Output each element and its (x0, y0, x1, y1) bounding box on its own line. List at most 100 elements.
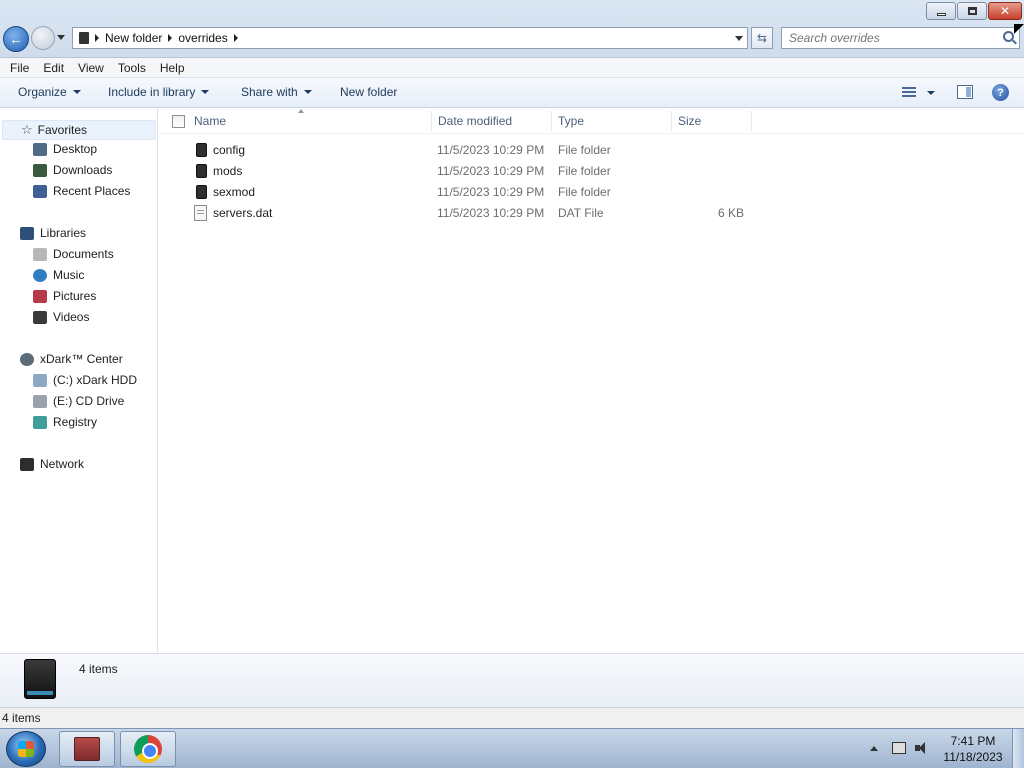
menu-help[interactable]: Help (153, 61, 192, 75)
menu-file[interactable]: File (3, 61, 36, 75)
nav-documents[interactable]: Documents (33, 247, 114, 261)
nav-pictures-label: Pictures (53, 289, 97, 303)
view-options-dropdown-icon[interactable] (927, 91, 935, 95)
nav-favorites[interactable]: ☆ Favorites (2, 120, 156, 140)
nav-network[interactable]: Network (20, 457, 84, 471)
menu-edit[interactable]: Edit (36, 61, 71, 75)
network-icon (20, 457, 34, 471)
recent-places-icon (33, 184, 47, 198)
breadcrumb-separator-icon[interactable] (95, 34, 99, 42)
address-dropdown-icon[interactable] (735, 36, 743, 41)
navigation-pane: ☆ Favorites Desktop Downloads Recent Pla… (0, 108, 158, 653)
system-clock[interactable]: 7:41 PM 11/18/2023 (940, 733, 1006, 765)
close-button[interactable]: ✕ (988, 2, 1022, 20)
folder-icon (196, 164, 207, 178)
recent-pages-dropdown[interactable] (57, 35, 65, 40)
breadcrumb-new-folder[interactable]: New folder (105, 31, 162, 45)
status-bar: 4 items (0, 707, 1024, 728)
file-row-mods[interactable]: mods 11/5/2023 10:29 PM File folder (159, 161, 1024, 182)
menu-bar: File Edit View Tools Help (0, 58, 1024, 78)
menu-tools[interactable]: Tools (111, 61, 153, 75)
nav-registry[interactable]: Registry (33, 415, 97, 429)
search-input[interactable] (782, 28, 992, 48)
file-date: 11/5/2023 10:29 PM (437, 206, 545, 220)
nav-videos-label: Videos (53, 310, 90, 324)
file-row-sexmod[interactable]: sexmod 11/5/2023 10:29 PM File folder (159, 182, 1024, 203)
file-name: servers.dat (213, 206, 273, 220)
column-header-type[interactable]: Type (558, 114, 584, 128)
nav-libraries[interactable]: Libraries (20, 226, 86, 240)
column-header-size[interactable]: Size (678, 114, 701, 128)
details-pane: 4 items (0, 653, 1024, 707)
column-divider[interactable] (671, 111, 672, 131)
preview-pane-icon[interactable] (957, 85, 973, 99)
restore-button[interactable] (957, 2, 987, 20)
file-name: config (213, 143, 246, 157)
window-controls: ✕ (926, 2, 1022, 20)
breadcrumb-overrides[interactable]: overrides (178, 31, 227, 45)
column-divider[interactable] (551, 111, 552, 131)
help-icon[interactable]: ? (992, 84, 1009, 101)
breadcrumb-separator-icon[interactable] (168, 34, 173, 42)
back-button[interactable]: ← (3, 26, 29, 52)
file-row-servers-dat[interactable]: servers.dat 11/5/2023 10:29 PM DAT File … (159, 203, 1024, 224)
document-icon (194, 205, 207, 221)
chrome-icon (134, 735, 162, 763)
nav-videos[interactable]: Videos (33, 310, 89, 324)
cd-drive-icon (33, 394, 47, 408)
folder-preview-icon (24, 659, 56, 699)
volume-icon[interactable] (915, 741, 929, 755)
menu-view[interactable]: View (71, 61, 111, 75)
column-header-date[interactable]: Date modified (438, 114, 512, 128)
back-arrow-icon: ← (9, 31, 23, 47)
refresh-button[interactable]: ⇆ (751, 27, 773, 49)
start-button[interactable] (6, 731, 46, 767)
nav-e-drive[interactable]: (E:) CD Drive (33, 394, 124, 408)
nav-recent-places[interactable]: Recent Places (33, 184, 130, 198)
nav-computer-label: xDark™ Center (40, 352, 123, 366)
nav-downloads[interactable]: Downloads (33, 163, 112, 177)
nav-music[interactable]: Music (33, 268, 84, 282)
taskbar-chrome-button[interactable] (120, 731, 176, 767)
file-type: File folder (558, 185, 611, 199)
file-date: 11/5/2023 10:29 PM (437, 143, 545, 157)
file-size: 6 KB (717, 206, 744, 220)
network-tray-icon[interactable] (892, 742, 906, 754)
details-item-count: 4 items (79, 662, 118, 676)
nav-registry-label: Registry (53, 415, 98, 429)
pictures-icon (33, 289, 47, 303)
include-in-library-button[interactable]: Include in library (108, 85, 210, 99)
file-name: mods (213, 164, 243, 178)
organize-button[interactable]: Organize (18, 85, 81, 99)
address-bar[interactable]: New folder overrides (72, 27, 748, 49)
status-item-count: 4 items (2, 711, 41, 725)
search-icon[interactable] (1003, 31, 1014, 42)
forward-button[interactable] (31, 26, 55, 50)
nav-computer[interactable]: xDark™ Center (20, 352, 123, 366)
breadcrumb-separator-icon[interactable] (233, 34, 238, 42)
nav-libraries-label: Libraries (40, 226, 87, 240)
change-view-icon[interactable] (902, 87, 916, 98)
nav-pictures[interactable]: Pictures (33, 289, 96, 303)
nav-desktop[interactable]: Desktop (33, 142, 97, 156)
show-hidden-icons-icon[interactable] (870, 746, 878, 751)
column-divider[interactable] (431, 111, 432, 131)
share-with-button[interactable]: Share with (241, 85, 312, 99)
search-box[interactable] (781, 27, 1020, 49)
desktop-icon (33, 142, 47, 156)
new-folder-button[interactable]: New folder (340, 85, 397, 99)
folder-icon (196, 143, 207, 157)
nav-c-drive[interactable]: (C:) xDark HDD (33, 373, 137, 387)
show-desktop-button[interactable] (1012, 729, 1024, 768)
nav-documents-label: Documents (53, 247, 114, 261)
taskbar-explorer-button[interactable] (59, 731, 115, 767)
minimize-button[interactable] (926, 2, 956, 20)
file-row-config[interactable]: config 11/5/2023 10:29 PM File folder (159, 140, 1024, 161)
select-all-checkbox[interactable] (172, 115, 185, 128)
new-folder-label: New folder (340, 85, 398, 99)
column-divider[interactable] (751, 111, 752, 131)
folder-icon (196, 185, 207, 199)
file-name: sexmod (213, 185, 256, 199)
column-header-name[interactable]: Name (194, 114, 226, 128)
close-icon: ✕ (999, 4, 1011, 18)
